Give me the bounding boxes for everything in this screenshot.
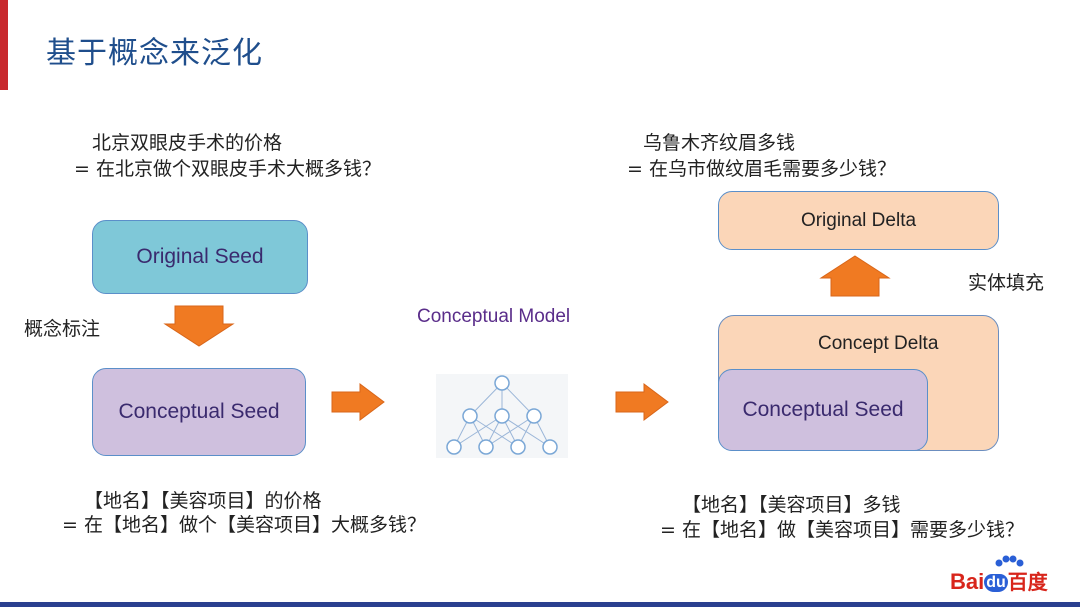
logo-bai-text: Bai	[950, 569, 985, 594]
left-template-line2: = 在【地名】做个【美容项目】大概多钱？	[62, 514, 426, 536]
left-query-line1: 北京双眼皮手术的价格	[92, 132, 283, 154]
right-query-line1: 乌鲁木齐纹眉多钱	[643, 132, 796, 154]
left-template-line1: 【地名】【美容项目】的价格	[84, 490, 322, 512]
right-arrow-icon	[331, 383, 385, 421]
paw-toes-icon	[995, 555, 1024, 567]
original-seed-label: Original Seed	[136, 245, 264, 268]
logo-paw-du: du	[984, 574, 1008, 592]
up-arrow-icon	[819, 255, 891, 297]
left-query-line2: = 在北京做个双眼皮手术大概多钱？	[74, 158, 381, 180]
concept-annotation-label: 概念标注	[24, 318, 101, 340]
original-delta-box: Original Delta	[718, 191, 999, 250]
conceptual-model-label: Conceptual Model	[417, 306, 571, 327]
entity-fill-label: 实体填充	[968, 272, 1045, 294]
right-template-line1: 【地名】【美容项目】多钱	[682, 494, 901, 516]
original-seed-box: Original Seed	[92, 220, 308, 294]
right-template-line2: = 在【地名】做【美容项目】需要多少钱？	[660, 519, 1024, 541]
right-conceptual-seed-label: Conceptual Seed	[742, 398, 904, 421]
left-conceptual-seed-box: Conceptual Seed	[92, 368, 306, 456]
concept-delta-label: Concept Delta	[818, 333, 939, 354]
left-conceptual-seed-label: Conceptual Seed	[118, 400, 280, 423]
logo-cn-text: 百度	[1007, 572, 1048, 594]
right-arrow-icon-2	[615, 383, 669, 421]
footer-line	[0, 602, 1080, 607]
right-query-line2: = 在乌市做纹眉毛需要多少钱？	[627, 158, 896, 180]
original-delta-label: Original Delta	[800, 209, 917, 231]
title-accent-bar	[0, 0, 8, 90]
baidu-logo: Bai du 百度	[950, 566, 1048, 595]
down-arrow-icon	[163, 305, 235, 347]
right-conceptual-seed-box: Conceptual Seed	[718, 369, 928, 451]
slide-title: 基于概念来泛化	[46, 36, 263, 71]
neural-network-icon	[436, 374, 568, 458]
